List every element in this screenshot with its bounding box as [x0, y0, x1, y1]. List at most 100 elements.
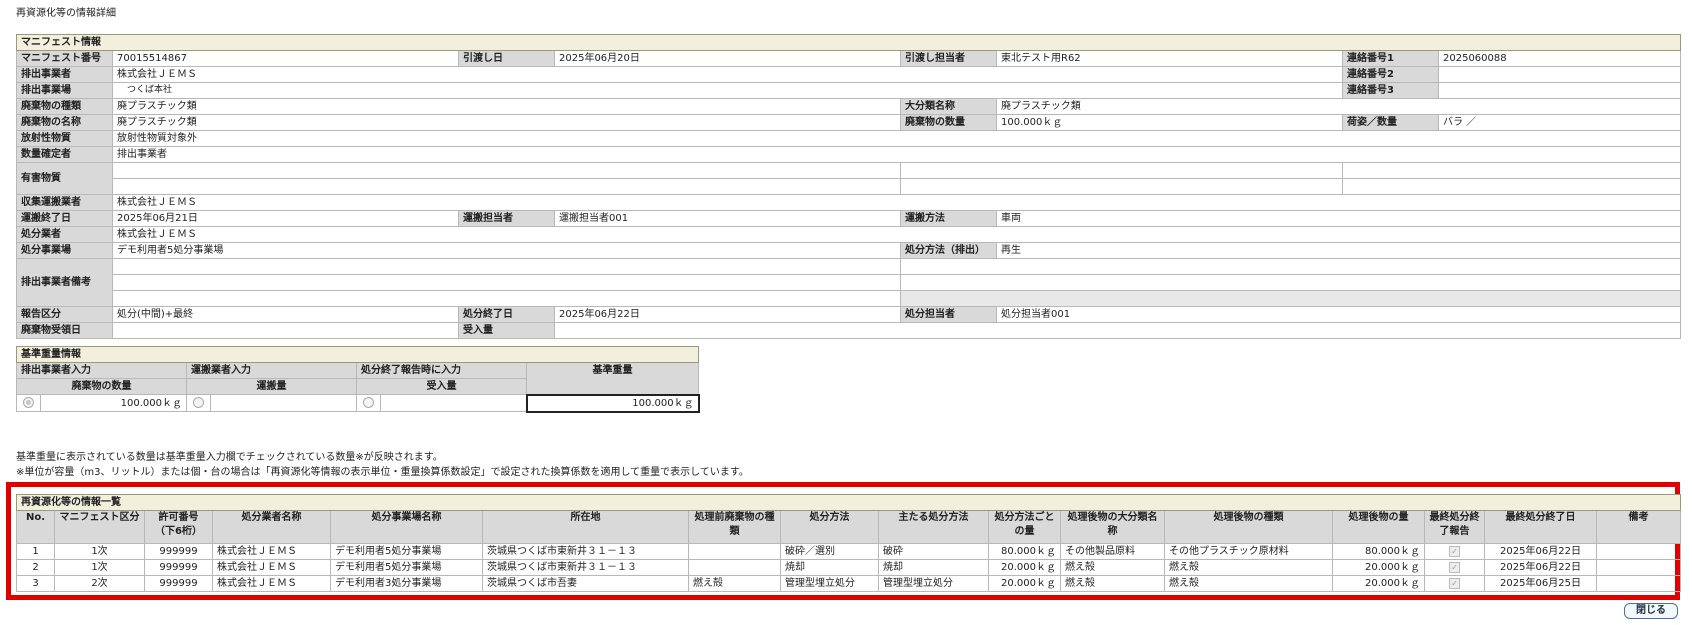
hazardous-cell	[900, 162, 1343, 179]
site: つくば本社	[112, 82, 1343, 99]
table-cell	[1596, 543, 1681, 560]
table-cell	[1596, 575, 1681, 592]
emitter-remarks-label: 排出事業者備考	[16, 258, 113, 307]
remarks-cell	[112, 290, 901, 307]
site-label: 排出事業場	[16, 82, 113, 99]
disposal-input-label: 処分終了報告時に入力	[356, 362, 527, 379]
weight-table: 基準重量情報 排出事業者入力 運搬業者入力 処分終了報告時に入力 基準重量 廃棄…	[15, 346, 700, 413]
hazardous-cell	[112, 162, 901, 179]
final-report-checkbox-cell: ✓	[1424, 559, 1485, 576]
recycle-section-title: 再資源化等の情報一覧	[16, 494, 1681, 511]
radioactive-label: 放射性物質	[16, 130, 113, 147]
table-cell: 999999	[144, 575, 213, 592]
table-cell: 1次	[54, 543, 145, 560]
close-button[interactable]: 閉じる	[1624, 603, 1678, 619]
manifest-section-title: マニフェスト情報	[16, 34, 1681, 51]
contact2-label: 連絡番号2	[1342, 66, 1439, 83]
disposal-method: 再生	[996, 242, 1681, 259]
contact2	[1438, 66, 1681, 83]
waste-qty-label: 廃棄物の数量	[900, 114, 997, 131]
report-type-label: 報告区分	[16, 306, 113, 323]
receipt-date-label: 廃棄物受領日	[16, 322, 113, 339]
emitter-label: 排出事業者	[16, 66, 113, 83]
weight-section-title: 基準重量情報	[15, 346, 700, 363]
table-cell: 80.000ｋｇ	[1332, 543, 1425, 560]
table-cell: 80.000ｋｇ	[988, 543, 1061, 560]
emitter: 株式会社ＪＥＭＳ	[112, 66, 1343, 83]
transport-end: 2025年06月21日	[112, 210, 459, 227]
disposer: 株式会社ＪＥＭＳ	[112, 226, 1681, 243]
column-header: マニフェスト区分	[54, 510, 145, 544]
receipt-date	[112, 322, 459, 339]
column-header: 所在地	[482, 510, 689, 544]
waste-qty: 100.000ｋｇ	[996, 114, 1343, 131]
table-cell: 20.000ｋｇ	[1332, 575, 1425, 592]
checkbox-icon: ✓	[1449, 577, 1460, 589]
table-cell: 2	[16, 559, 55, 576]
disposal-site: デモ利用者5処分事業場	[112, 242, 901, 259]
major-class: 廃プラスチック類	[996, 98, 1681, 115]
contact3-label: 連絡番号3	[1342, 82, 1439, 99]
table-cell: 2025年06月22日	[1484, 559, 1597, 576]
table-cell: 茨城県つくば市吾妻	[482, 575, 689, 592]
emitter-input-label: 排出事業者入力	[16, 362, 187, 379]
page-title: 再資源化等の情報詳細	[16, 8, 116, 19]
qty-fixer-label: 数量確定者	[16, 146, 113, 163]
contact1-label: 連絡番号1	[1342, 50, 1439, 67]
received-qty-label: 受入量	[458, 322, 555, 339]
column-header: 処理後物の大分類名称	[1060, 510, 1165, 544]
recycle-header-row: No. マニフェスト区分 許可番号（下6桁） 処分業者名称 処分事業場名称 所在地 処理前廃…	[16, 510, 1681, 544]
table-cell	[1596, 559, 1681, 576]
transport-qty-radio[interactable]	[186, 394, 211, 412]
hazardous-cell	[1342, 162, 1681, 179]
table-cell	[688, 543, 781, 560]
contact1: 2025060088	[1438, 50, 1681, 67]
collector: 株式会社ＪＥＭＳ	[112, 194, 1681, 211]
manifest-no: 70015514867	[112, 50, 459, 67]
table-cell: 燃え殻	[1164, 559, 1333, 576]
note-base-weight: 基準重量に表示されている数量は基準重量入力欄でチェックされている数量※が反映され…	[16, 452, 443, 463]
packing: バラ ／	[1438, 114, 1681, 131]
table-cell: 管理型埋立処分	[878, 575, 989, 592]
table-cell: 999999	[144, 543, 213, 560]
column-header: 処理後物の量	[1332, 510, 1425, 544]
received-qty-value	[380, 394, 527, 412]
received-qty	[554, 322, 1681, 339]
received-qty-radio[interactable]	[356, 394, 381, 412]
column-header: 最終処分終了報告	[1424, 510, 1485, 544]
note-unit-conversion: ※単位が容量（m3、リットル）または個・台の場合は「再資源化等情報の表示単位・重…	[16, 467, 749, 478]
column-header: 処分事業場名称	[330, 510, 483, 544]
table-cell: 破砕	[878, 543, 989, 560]
disposal-person: 処分担当者001	[996, 306, 1681, 323]
recycle-table: 再資源化等の情報一覧 No. マニフェスト区分 許可番号（下6桁） 処分業者名称 処分事…	[16, 494, 1681, 592]
waste-name-label: 廃棄物の名称	[16, 114, 113, 131]
transport-method: 車両	[996, 210, 1681, 227]
transport-qty-value	[210, 394, 357, 412]
table-row: 2 1次 999999 株式会社ＪＥＭＳ デモ利用者5処分事業場 茨城県つくば市東新井３１…	[16, 559, 1681, 576]
transport-method-label: 運搬方法	[900, 210, 997, 227]
table-cell: 1	[16, 543, 55, 560]
waste-name: 廃プラスチック類	[112, 114, 901, 131]
column-header: 備考	[1596, 510, 1681, 544]
table-cell: 株式会社ＪＥＭＳ	[212, 575, 331, 592]
column-header: 主たる処分方法	[878, 510, 989, 544]
major-class-label: 大分類名称	[900, 98, 997, 115]
hazardous-cell	[900, 178, 1343, 195]
remarks-cell	[112, 274, 901, 291]
transport-end-label: 運搬終了日	[16, 210, 113, 227]
table-cell: 管理型埋立処分	[780, 575, 879, 592]
table-cell: 2次	[54, 575, 145, 592]
table-cell: 破砕／選別	[780, 543, 879, 560]
transport-qty-header: 運搬量	[186, 378, 357, 395]
column-header: 処理前廃棄物の種類	[688, 510, 781, 544]
table-cell: 株式会社ＪＥＭＳ	[212, 559, 331, 576]
column-header: 処理後物の種類	[1164, 510, 1333, 544]
table-cell: 茨城県つくば市東新井３１－１３	[482, 559, 689, 576]
remarks-cell	[112, 258, 901, 275]
packing-label: 荷姿／数量	[1342, 114, 1439, 131]
waste-qty-radio[interactable]	[16, 394, 41, 412]
column-header: 処分方法ごとの量	[988, 510, 1061, 544]
table-cell: 燃え殻	[1060, 575, 1165, 592]
column-header: No.	[16, 510, 55, 544]
manifest-table: マニフェスト情報 マニフェスト番号 70015514867 引渡し日 2025年…	[16, 34, 1681, 339]
